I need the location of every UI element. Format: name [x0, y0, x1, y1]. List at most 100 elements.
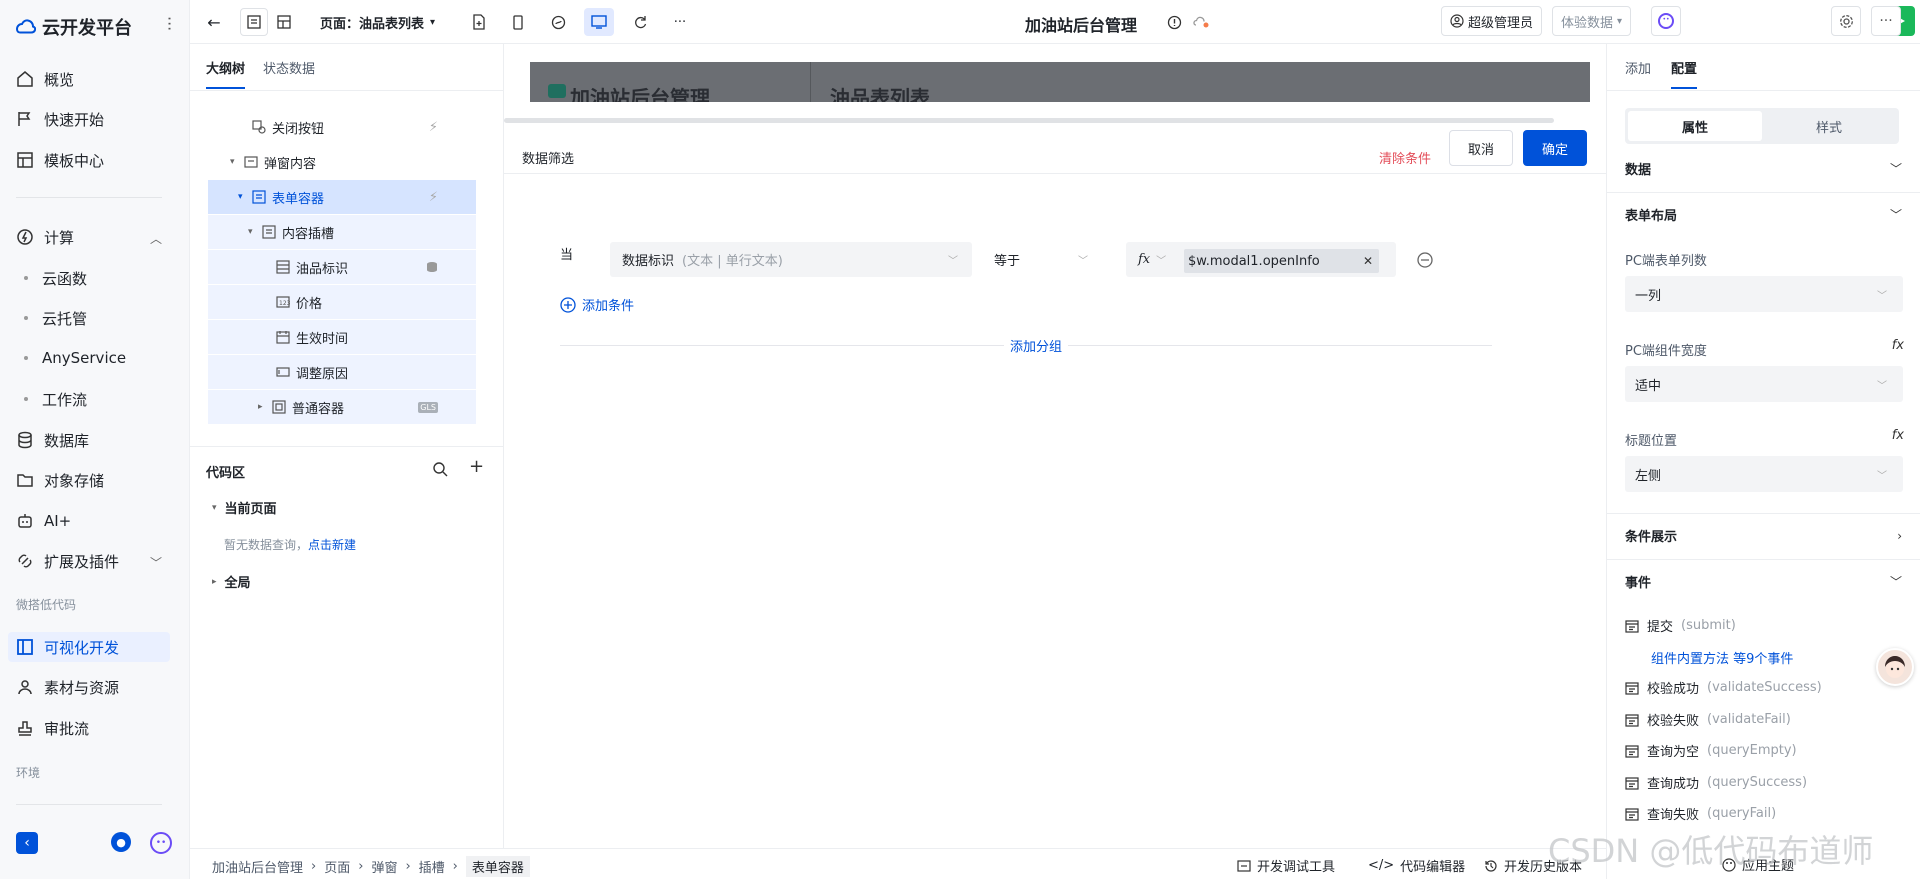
segment-properties[interactable]: 属性: [1628, 111, 1762, 141]
more-button[interactable]: ···: [666, 8, 694, 36]
add-group-button[interactable]: 添加分组: [1004, 336, 1069, 355]
nav-overview[interactable]: 概览: [16, 66, 74, 92]
cloud-sync-status[interactable]: [1190, 8, 1214, 36]
tree-node-form-container[interactable]: ▾ 表单容器 ⚡: [208, 180, 476, 214]
create-query-link[interactable]: 点击新建: [308, 538, 356, 552]
caret-down-icon[interactable]: ▾: [248, 227, 262, 237]
caret-right-icon[interactable]: ▸: [258, 402, 272, 412]
chevron-up-icon[interactable]: ︿: [150, 230, 162, 247]
chevron-right-icon: ›: [405, 859, 411, 874]
debug-tools-button[interactable]: 开发调试工具: [1237, 856, 1335, 875]
tree-node-effective-time[interactable]: 生效时间: [208, 320, 476, 354]
more-dots-icon[interactable]: ···: [160, 16, 179, 31]
info-button[interactable]: [1162, 8, 1186, 36]
caret-down-icon[interactable]: ▾: [230, 157, 244, 167]
nav-database[interactable]: 数据库: [16, 427, 89, 453]
fx-icon[interactable]: fx: [1892, 428, 1904, 443]
layout-view-button[interactable]: [270, 8, 298, 36]
clear-conditions-link[interactable]: 清除条件: [1379, 148, 1431, 167]
miniprogram-view-button[interactable]: [544, 8, 572, 36]
fx-icon[interactable]: fx: [1892, 338, 1904, 353]
breadcrumb-item[interactable]: 加油站后台管理: [212, 857, 303, 876]
nav-cloud-hosting[interactable]: 云托管: [24, 305, 87, 331]
remove-condition-icon[interactable]: [1416, 251, 1434, 269]
collapse-nav-button[interactable]: ‹: [16, 832, 38, 854]
nav-quickstart[interactable]: 快速开始: [16, 106, 104, 132]
refresh-button[interactable]: [626, 8, 654, 36]
role-selector[interactable]: 超级管理员: [1441, 6, 1543, 36]
section-data[interactable]: 数据 ﹀: [1607, 146, 1920, 190]
code-editor-button[interactable]: </> 代码编辑器: [1368, 856, 1465, 875]
nav-cloud-functions[interactable]: 云函数: [24, 265, 87, 291]
chevron-down-icon[interactable]: ﹀: [150, 554, 162, 571]
tree-node-price[interactable]: 123 价格: [208, 285, 476, 319]
caret-down-icon[interactable]: ▾: [238, 192, 252, 202]
user-avatar[interactable]: ●: [111, 832, 131, 852]
add-page-button[interactable]: [465, 8, 493, 36]
tree-node-label: 弹窗内容: [264, 156, 317, 172]
page-view-button[interactable]: [240, 8, 268, 36]
tab-add[interactable]: 添加: [1625, 58, 1651, 89]
event-submit[interactable]: 提交 (submit): [1625, 616, 1736, 635]
field-select[interactable]: 数据标识 (文本 | 单行文本) ﹀: [610, 242, 972, 277]
event-validate-fail[interactable]: 校验失败 (validateFail): [1625, 710, 1791, 729]
tree-node-close-button[interactable]: 关闭按钮 ⚡: [208, 110, 476, 144]
brand[interactable]: 云开发平台: [14, 14, 132, 40]
add-condition-button[interactable]: 添加条件: [560, 295, 634, 314]
settings-button[interactable]: [1831, 6, 1861, 36]
nav-storage[interactable]: 对象存储: [16, 467, 104, 493]
tree-node-modal-content[interactable]: ▾ 弹窗内容: [208, 145, 476, 179]
add-icon[interactable]: +: [469, 456, 484, 477]
pc-width-select[interactable]: 适中 ﹀: [1625, 366, 1903, 402]
more-menu-button[interactable]: ···: [1871, 6, 1901, 36]
nav-anyservice[interactable]: AnyService: [24, 345, 126, 371]
tree-node-content-slot[interactable]: ▾ 内容插槽: [208, 215, 476, 249]
close-icon[interactable]: ✕: [1363, 254, 1373, 268]
nav-ai[interactable]: AI+: [16, 508, 71, 534]
event-query-empty[interactable]: 查询为空 (queryEmpty): [1625, 741, 1797, 760]
fx-icon[interactable]: fx: [1138, 252, 1150, 267]
data-mode-selector[interactable]: 体验数据 ▾: [1552, 6, 1632, 36]
page-selector[interactable]: 页面：油品表列表 ▾: [320, 8, 450, 36]
nav-visual-dev[interactable]: 可视化开发: [16, 634, 119, 660]
tab-config[interactable]: 配置: [1671, 58, 1698, 89]
assistant-button[interactable]: ••: [150, 832, 172, 854]
tab-state-data[interactable]: 状态数据: [263, 58, 315, 89]
tree-node-adjust-reason[interactable]: 调整原因: [208, 355, 476, 389]
operator-select[interactable]: 等于 ﹀: [982, 242, 1102, 277]
nav-compute[interactable]: 计算: [16, 224, 74, 250]
event-query-fail[interactable]: 查询失败 (queryFail): [1625, 804, 1776, 823]
breadcrumb-item[interactable]: 弹窗: [371, 857, 397, 876]
tab-outline-tree[interactable]: 大纲树: [206, 58, 246, 89]
nav-assets[interactable]: 素材与资源: [16, 674, 119, 700]
search-icon[interactable]: [432, 461, 448, 477]
section-form-layout[interactable]: 表单布局 ﹀: [1607, 192, 1920, 236]
back-button[interactable]: ←: [200, 8, 228, 36]
nav-workflow[interactable]: 工作流: [24, 386, 87, 412]
code-global[interactable]: ▸ 全局: [212, 572, 251, 591]
ai-assistant-button[interactable]: ••: [1651, 6, 1681, 36]
breadcrumb-item[interactable]: 插槽: [419, 857, 445, 876]
nav-approval[interactable]: 审批流: [16, 715, 89, 741]
breadcrumb-current[interactable]: 表单容器: [465, 856, 530, 877]
event-validate-success[interactable]: 校验成功 (validateSuccess): [1625, 678, 1822, 697]
tree-node-common-container[interactable]: ▸ 普通容器 GLS: [208, 390, 476, 424]
section-events[interactable]: 事件 ﹀: [1607, 559, 1920, 603]
segment-styles[interactable]: 样式: [1762, 111, 1896, 141]
section-conditional-display[interactable]: 条件展示 ›: [1607, 513, 1920, 557]
nav-templates[interactable]: 模板中心: [16, 147, 104, 173]
horizontal-scrollbar[interactable]: [504, 118, 1554, 123]
cancel-button[interactable]: 取消: [1449, 130, 1513, 166]
mobile-view-button[interactable]: [504, 8, 532, 36]
assistant-avatar[interactable]: [1876, 648, 1914, 686]
confirm-button[interactable]: 确定: [1523, 130, 1587, 166]
event-query-success[interactable]: 查询成功 (querySuccess): [1625, 773, 1807, 792]
builtin-methods-link[interactable]: 组件内置方法 等9个事件: [1651, 648, 1793, 667]
tree-node-oil-id[interactable]: 油品标识: [208, 250, 476, 284]
nav-extensions[interactable]: 扩展及插件: [16, 548, 119, 574]
pc-columns-select[interactable]: 一列 ﹀: [1625, 276, 1903, 312]
pc-view-button[interactable]: [584, 8, 614, 36]
code-current-page[interactable]: ▾ 当前页面: [212, 498, 277, 517]
title-position-select[interactable]: 左侧 ﹀: [1625, 456, 1903, 492]
breadcrumb-item[interactable]: 页面: [324, 857, 350, 876]
